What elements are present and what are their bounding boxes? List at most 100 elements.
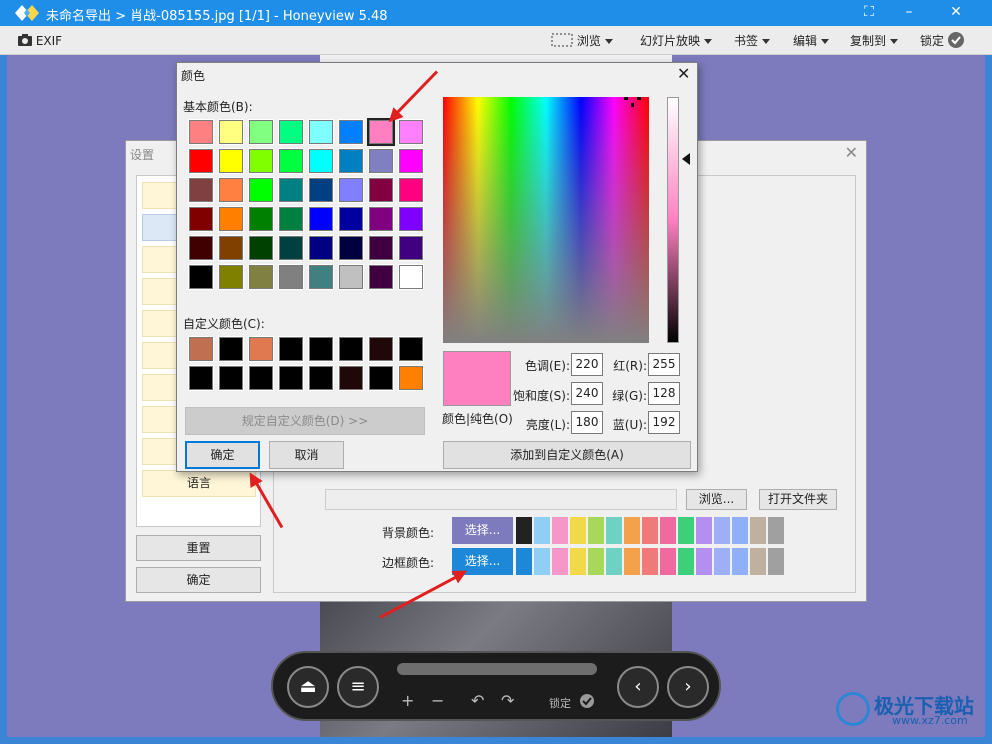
basic-color-swatch[interactable]	[278, 148, 304, 174]
basic-color-swatch[interactable]	[218, 119, 244, 145]
basic-color-swatch[interactable]	[398, 177, 424, 203]
basic-color-swatch[interactable]	[368, 148, 394, 174]
position-slider[interactable]	[397, 663, 597, 675]
basic-color-swatch[interactable]	[398, 119, 424, 145]
color-swatch[interactable]	[732, 548, 748, 575]
color-swatch[interactable]	[768, 517, 784, 544]
basic-color-swatch[interactable]	[338, 264, 364, 290]
basic-color-swatch[interactable]	[188, 177, 214, 203]
custom-color-swatch[interactable]	[278, 365, 304, 391]
basic-color-swatch[interactable]	[218, 177, 244, 203]
color-swatch[interactable]	[552, 548, 568, 575]
color-swatch[interactable]	[732, 517, 748, 544]
basic-color-swatch[interactable]	[188, 119, 214, 145]
color-swatch[interactable]	[660, 548, 676, 575]
basic-color-swatch[interactable]	[368, 206, 394, 232]
custom-color-swatch[interactable]	[308, 336, 334, 362]
basic-color-swatch[interactable]	[188, 148, 214, 174]
basic-color-swatch[interactable]	[338, 148, 364, 174]
fullscreen-icon[interactable]: ⛶	[850, 0, 888, 26]
basic-color-swatch[interactable]	[278, 206, 304, 232]
add-to-custom-colors-button[interactable]: 添加到自定义颜色(A)	[443, 441, 691, 469]
color-swatch[interactable]	[624, 517, 640, 544]
basic-color-swatch[interactable]	[338, 119, 364, 145]
custom-color-swatch[interactable]	[248, 365, 274, 391]
basic-color-swatch[interactable]	[308, 177, 334, 203]
color-swatch[interactable]	[552, 517, 568, 544]
custom-color-swatch[interactable]	[218, 365, 244, 391]
settings-ok-button[interactable]: 确定	[136, 567, 261, 593]
basic-color-swatch[interactable]	[278, 119, 304, 145]
basic-color-swatch[interactable]	[398, 206, 424, 232]
bookmark-menu[interactable]: 书签	[734, 32, 771, 50]
zoom-in-icon[interactable]: +	[401, 691, 414, 710]
color-swatch[interactable]	[696, 548, 712, 575]
basic-color-swatch[interactable]	[368, 264, 394, 290]
basic-color-swatch[interactable]	[368, 235, 394, 261]
close-window-button[interactable]: ✕	[937, 0, 975, 26]
color-swatch[interactable]	[750, 548, 766, 575]
basic-color-swatch[interactable]	[248, 119, 274, 145]
color-spectrum[interactable]	[443, 97, 649, 343]
close-icon[interactable]: ✕	[677, 64, 690, 83]
basic-color-swatch[interactable]	[248, 264, 274, 290]
basic-color-swatch[interactable]	[248, 177, 274, 203]
slider-pointer-icon[interactable]	[682, 153, 690, 165]
custom-color-swatch[interactable]	[368, 336, 394, 362]
reset-button[interactable]: 重置	[136, 535, 261, 561]
settings-nav-item-language[interactable]: 语言	[142, 470, 256, 497]
basic-color-swatch[interactable]	[308, 206, 334, 232]
basic-color-swatch[interactable]	[278, 264, 304, 290]
color-swatch[interactable]	[606, 548, 622, 575]
basic-color-swatch[interactable]	[218, 264, 244, 290]
custom-color-swatch[interactable]	[398, 365, 424, 391]
minimize-button[interactable]: –	[890, 0, 928, 26]
copy-to-menu[interactable]: 复制到	[850, 32, 899, 50]
lock-label[interactable]: 锁定	[549, 695, 571, 711]
color-swatch[interactable]	[516, 517, 532, 544]
basic-color-swatch[interactable]	[248, 235, 274, 261]
edit-menu[interactable]: 编辑	[793, 32, 830, 50]
custom-color-swatch[interactable]	[338, 336, 364, 362]
color-swatch[interactable]	[714, 517, 730, 544]
color-cancel-button[interactable]: 取消	[269, 441, 344, 469]
color-swatch[interactable]	[570, 548, 586, 575]
basic-color-swatch[interactable]	[248, 206, 274, 232]
color-swatch[interactable]	[768, 548, 784, 575]
color-swatch[interactable]	[606, 517, 622, 544]
rotate-left-icon[interactable]: ↶	[471, 691, 484, 710]
color-swatch[interactable]	[588, 517, 604, 544]
custom-color-swatch[interactable]	[188, 336, 214, 362]
rotate-right-icon[interactable]: ↷	[501, 691, 514, 710]
custom-color-swatch[interactable]	[398, 336, 424, 362]
basic-color-swatch[interactable]	[368, 177, 394, 203]
luminance-slider[interactable]	[667, 97, 679, 343]
zoom-out-icon[interactable]: −	[431, 691, 444, 710]
basic-color-swatch[interactable]	[398, 235, 424, 261]
exif-button[interactable]: EXIF	[18, 32, 62, 50]
green-input[interactable]: 128	[648, 382, 680, 405]
custom-color-swatch[interactable]	[368, 365, 394, 391]
background-choose-button[interactable]: 选择...	[452, 517, 513, 544]
basic-color-swatch[interactable]	[308, 235, 334, 261]
lock-button[interactable]: 锁定	[920, 32, 964, 50]
basic-color-swatch[interactable]	[308, 119, 334, 145]
basic-color-swatch[interactable]	[338, 206, 364, 232]
basic-color-swatch[interactable]	[188, 235, 214, 261]
color-ok-button[interactable]: 确定	[185, 441, 260, 469]
basic-color-swatch[interactable]	[338, 177, 364, 203]
color-swatch[interactable]	[516, 548, 532, 575]
eject-icon[interactable]: ⏏	[287, 666, 329, 708]
slideshow-menu[interactable]: 幻灯片放映	[640, 32, 713, 50]
previous-icon[interactable]: ‹	[617, 666, 659, 708]
custom-color-swatch[interactable]	[338, 365, 364, 391]
color-swatch[interactable]	[678, 548, 694, 575]
custom-color-swatch[interactable]	[218, 336, 244, 362]
basic-color-swatch[interactable]	[218, 235, 244, 261]
basic-color-swatch[interactable]	[248, 148, 274, 174]
basic-color-swatch[interactable]	[398, 148, 424, 174]
color-swatch[interactable]	[660, 517, 676, 544]
browse-menu[interactable]: 浏览	[551, 32, 613, 50]
color-swatch[interactable]	[678, 517, 694, 544]
basic-color-swatch[interactable]	[278, 235, 304, 261]
